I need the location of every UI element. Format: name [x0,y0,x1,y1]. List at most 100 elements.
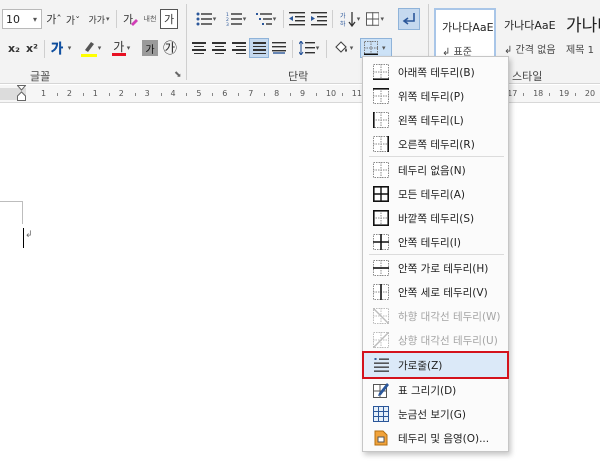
change-case-button[interactable]: 가가 ▾ [86,9,112,29]
separator [44,40,45,58]
inside-vertical-border-icon [373,284,389,300]
dialog-launcher-icon[interactable]: ⬊ [174,70,182,80]
ruler-number: 4 [170,89,176,98]
justify-button[interactable] [249,38,269,58]
menu-item-diagonal-up-border: 상향 대각선 테두리(U) [364,328,507,352]
character-border-button[interactable]: 가 [160,9,178,29]
menu-item-inside-vertical-border[interactable]: 안쪽 세로 테두리(V) [364,280,507,304]
text-effects-button[interactable]: 가 ▾ [48,38,74,58]
menu-item-no-border[interactable]: 테두리 없음(N) [364,158,507,182]
ruler-number: 7 [248,89,254,98]
increase-indent-button[interactable] [310,9,328,29]
align-right-button[interactable] [232,40,246,56]
menu-item-horizontal-line[interactable]: 가로줄(Z) [362,351,509,379]
view-gridlines-icon [373,406,389,422]
outside-borders-icon [373,210,389,226]
phonetic-guide-button[interactable]: 내천 [141,8,159,30]
increase-indent-icon [311,12,327,26]
font-color-button[interactable]: 가 ▾ [108,38,134,58]
grow-font-button[interactable]: 가ˆ [45,9,63,29]
ruler-number: 10 [325,89,337,98]
style-heading-1[interactable]: 가나다 제목 1 [560,8,600,60]
ruler-tick [134,93,136,96]
chevron-down-icon[interactable]: ▾ [29,15,41,24]
menu-item-draw-table[interactable]: 표 그리기(D) [364,378,507,402]
ruler-tick [160,93,162,96]
menu-item-top-border[interactable]: 위쪽 테두리(P) [364,84,507,108]
menu-item-inside-borders[interactable]: 안쪽 테두리(I) [364,230,507,254]
margin-corner-mark [0,201,23,202]
document-page[interactable]: ↲ [0,104,600,466]
menu-item-inside-horizontal-border[interactable]: 안쪽 가로 테두리(H) [364,256,507,280]
superscript-button[interactable]: x² [24,38,40,58]
shading-button[interactable]: ▾ [330,38,356,58]
menu-item-label: 가로줄(Z) [398,359,443,372]
menu-item-bottom-border[interactable]: 아래쪽 테두리(B) [364,60,507,84]
sort-button[interactable]: 가 하 ▾ [337,9,363,29]
menu-item-label: 상향 대각선 테두리(U) [398,334,498,347]
right-border-icon [373,136,389,152]
menu-item-outside-borders[interactable]: 바깥쪽 테두리(S) [364,206,507,230]
show-formatting-marks-button[interactable] [398,8,420,30]
sort-icon: 가하 [340,12,356,27]
justify-icon [252,42,266,54]
paragraph-mark-icon [402,13,415,25]
ruler-tick [264,93,266,96]
horizontal-ruler[interactable]: 121234567891011121314151617181920 [0,85,600,103]
menu-item-label: 바깥쪽 테두리(S) [398,212,475,225]
enclose-characters-icon: ㉮ [163,41,177,57]
character-shading-button[interactable]: 가 [142,40,158,56]
ruler-tick [238,93,240,96]
separator [116,10,117,28]
chevron-down-icon[interactable]: ▾ [382,44,386,52]
diagonal-up-border-icon [372,331,390,349]
ruler-number: 2 [66,89,72,98]
paragraph-mark: ↲ [25,230,33,240]
group-label-styles: 스타일 [512,70,543,83]
menu-item-all-borders[interactable]: 모든 테두리(A) [364,182,507,206]
distributed-button[interactable] [270,38,288,58]
line-spacing-top-button[interactable]: ▾ [366,9,384,29]
bottom-border-icon [364,41,378,55]
indent-marker-icon[interactable] [16,85,27,102]
style-name: 제목 1 [566,45,594,56]
font-size-combo[interactable]: 10 ▾ [2,9,42,29]
ruler-number: 1 [92,89,98,98]
highlight-color-button[interactable]: ▾ [78,38,104,58]
decrease-indent-button[interactable] [288,9,306,29]
menu-item-label: 안쪽 테두리(I) [398,236,461,249]
menu-item-view-gridlines[interactable]: 눈금선 보기(G) [364,402,507,426]
menu-item-right-border[interactable]: 오른쪽 테두리(R) [364,132,507,156]
separator [283,10,284,28]
font-color-icon: 가 [113,39,125,54]
character-shading-icon: 가 [145,44,155,56]
subscript-button[interactable]: x₂ [6,38,22,58]
align-center-button[interactable] [212,40,226,56]
bottom-border-icon [373,64,389,80]
ruler-number: 5 [196,89,202,98]
align-left-button[interactable] [192,40,206,56]
svg-text:가: 가 [51,42,63,56]
enclose-characters-button[interactable]: ㉮ [161,38,179,58]
superscript-icon: x² [26,41,38,55]
line-spacing-button[interactable]: ▾ [296,38,322,58]
text-cursor [23,228,24,248]
style-normal[interactable]: 가나다AaE ↲ 표준 [434,8,496,60]
menu-item-left-border[interactable]: 왼쪽 테두리(L) [364,108,507,132]
menu-item-label: 하향 대각선 테두리(W) [398,310,501,323]
numbering-icon: 123 [226,12,242,26]
ruler-tick [290,93,292,96]
numbering-button[interactable]: 1 2 3 ▾ [222,9,250,29]
clear-formatting-button[interactable]: 가 [121,9,139,29]
svg-text:가: 가 [340,12,346,20]
style-no-spacing[interactable]: 가나다AaE ↲ 간격 없음 [498,8,560,60]
multilevel-list-button[interactable]: ▾ [252,9,280,29]
shrink-font-button[interactable]: 가ˇ [64,9,82,29]
ribbon: 10 ▾ 가ˆ 가ˇ 가가 ▾ 가 내천 가 x₂ x² 가 ▾ ▾ 가 ▾ 가 ㉮… [0,0,600,84]
menu-item-label: 눈금선 보기(G) [398,408,466,421]
borders-and-shading-icon [373,430,389,446]
borders-button[interactable]: ▾ [360,38,392,58]
bullets-button[interactable]: ▾ [192,9,220,29]
ruler-tick [549,93,551,96]
menu-item-borders-and-shading[interactable]: 테두리 및 음영(O)... [364,426,507,450]
